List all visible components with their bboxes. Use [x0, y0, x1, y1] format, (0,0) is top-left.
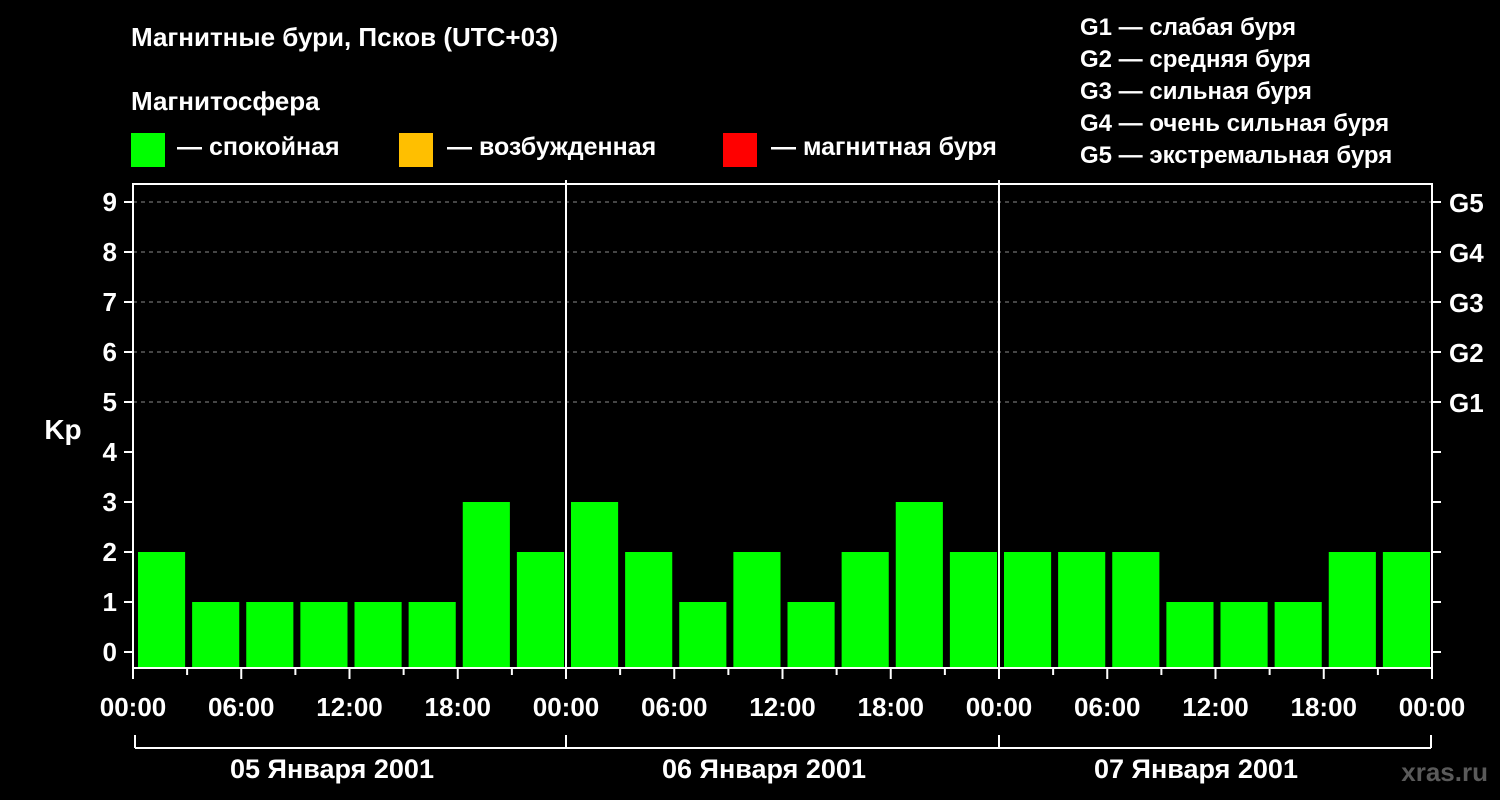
kp-bar: [949, 552, 997, 668]
kp-bar: [462, 502, 510, 668]
plot-frame: [132, 183, 1433, 669]
x-tick-label: 00:00: [1399, 692, 1466, 722]
y-tick-label: 7: [103, 287, 117, 317]
g-axis-label: G5: [1449, 188, 1484, 218]
y-tick-label: 3: [103, 487, 117, 517]
x-tick-label: 12:00: [749, 692, 816, 722]
kp-bar: [516, 552, 564, 668]
kp-bar: [733, 552, 781, 668]
y-tick-label: 5: [103, 387, 117, 417]
watermark: xras.ru: [1401, 757, 1488, 787]
kp-bar: [1382, 552, 1430, 668]
kp-bar: [895, 502, 943, 668]
kp-bar: [246, 602, 294, 668]
day-label-1: 05 Января 2001: [230, 754, 434, 784]
x-tick-label: 12:00: [1182, 692, 1249, 722]
kp-bar: [138, 552, 186, 668]
x-tick-label: 06:00: [208, 692, 275, 722]
y-tick-label: 8: [103, 237, 117, 267]
y-tick-label: 4: [103, 437, 118, 467]
x-tick-label: 18:00: [1291, 692, 1358, 722]
kp-bar: [841, 552, 889, 668]
kp-bar: [1220, 602, 1268, 668]
kp-bar: [1328, 552, 1376, 668]
g-axis-label: G4: [1449, 238, 1484, 268]
day-label-3: 07 Января 2001: [1094, 754, 1298, 784]
y-tick-label: 0: [103, 637, 117, 667]
kp-bar: [1004, 552, 1052, 668]
g-axis-label: G2: [1449, 338, 1484, 368]
x-tick-label: 06:00: [1074, 692, 1141, 722]
kp-bar: [679, 602, 727, 668]
y-tick-label: 1: [103, 587, 117, 617]
y-axis-label: Kp: [44, 414, 81, 445]
g-axis-label: G1: [1449, 388, 1484, 418]
kp-bar: [300, 602, 348, 668]
x-tick-label: 00:00: [533, 692, 600, 722]
kp-bar: [1274, 602, 1322, 668]
kp-chart: 0 1 2 3 4 5 6 7 8 9 G1 G2 G3 G4 G5 Kp 00:00 06:00 12:00 18:…: [44, 180, 1484, 749]
day-label-2: 06 Января 2001: [662, 754, 866, 784]
x-tick-label: 18:00: [425, 692, 492, 722]
kp-bar: [1058, 552, 1106, 668]
g-axis-label: G3: [1449, 288, 1484, 318]
y-tick-label: 9: [103, 187, 117, 217]
kp-bar: [354, 602, 402, 668]
x-tick-label: 00:00: [966, 692, 1033, 722]
kp-bar: [408, 602, 456, 668]
y-tick-label: 2: [103, 537, 117, 567]
kp-bar: [192, 602, 240, 668]
kp-bar: [625, 552, 673, 668]
x-tick-label: 06:00: [641, 692, 708, 722]
x-tick-label: 18:00: [858, 692, 925, 722]
y-tick-label: 6: [103, 337, 117, 367]
kp-bar: [571, 502, 619, 668]
x-tick-label: 12:00: [316, 692, 383, 722]
x-tick-label: 00:00: [100, 692, 167, 722]
kp-bar: [1166, 602, 1214, 668]
kp-bar: [1112, 552, 1160, 668]
kp-bar: [787, 602, 835, 668]
